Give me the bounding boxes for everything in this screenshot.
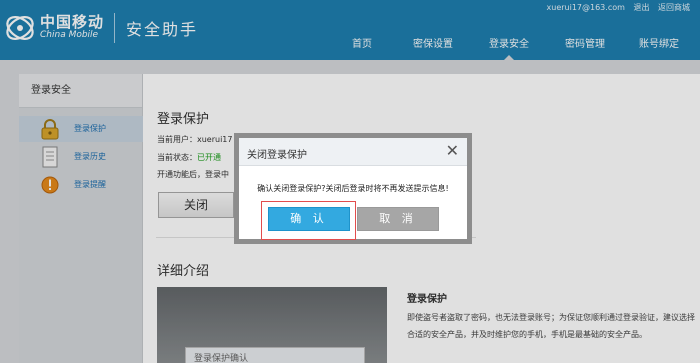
cancel-button[interactable]: 取 消 <box>357 207 439 231</box>
close-icon[interactable]: ✕ <box>446 142 459 160</box>
dialog-message: 确认关闭登录保护?关闭后登录时将不再发送提示信息! <box>257 184 449 193</box>
dialog-header: 关闭登录保护 ✕ <box>239 138 467 166</box>
dialog-title: 关闭登录保护 <box>247 150 307 161</box>
close-login-protection-dialog: 关闭登录保护 ✕ 确认关闭登录保护?关闭后登录时将不再发送提示信息! 确 认 取… <box>234 133 472 244</box>
confirm-button[interactable]: 确 认 <box>268 207 350 231</box>
